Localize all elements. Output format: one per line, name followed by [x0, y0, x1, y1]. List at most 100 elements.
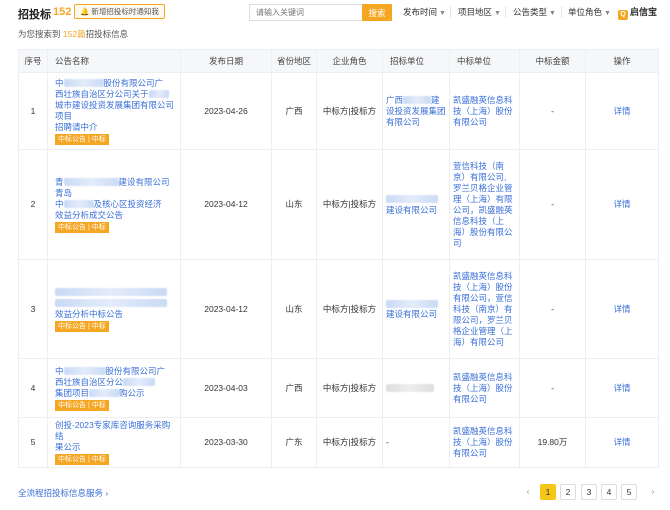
award-amount: -: [520, 150, 586, 260]
winner-line: 公司，凯盛融英: [453, 205, 516, 216]
redacted-text: [403, 96, 431, 104]
winner[interactable]: 凯盛融英信息科 技（上海）股份 有限公司，萱信 科技（南京）有 限公司，罗兰贝 …: [450, 260, 520, 359]
column-header: 省份地区: [272, 50, 317, 73]
name-line: 创投-2023专家库咨询服务采购结: [55, 420, 177, 442]
tenderer[interactable]: 建设有限公司: [383, 150, 450, 260]
results-table: 序号 公告名称 发布日期 省份地区 企业角色 招标单位 中标单位 中标金额 操作…: [18, 49, 659, 468]
search-summary: 为您搜索到 152篇招投标信息: [18, 28, 128, 40]
tenderer-line: 广西: [386, 95, 403, 105]
page-button-2[interactable]: 2: [560, 484, 576, 500]
winner-line: 技（上海）股份: [453, 383, 516, 394]
redacted-text: [123, 378, 155, 386]
winner-line: 科技（南京）有: [453, 304, 516, 315]
notice-name[interactable]: 效益分析中标公告 中标公告 | 中标: [48, 260, 181, 359]
page-header: 招投标 152 🔔新增招投标时通知我 搜索 发布时间▼ 项目地区▼ 公告类型▼ …: [0, 0, 670, 26]
summary-prefix: 为您搜索到: [18, 29, 61, 39]
table-row: 5 创投-2023专家库咨询服务采购结 果公示 中标公告 | 中标 2023-0…: [19, 418, 659, 468]
company-role: 中标方|投标方: [317, 359, 383, 418]
company-role: 中标方|投标方: [317, 73, 383, 150]
page-button-1[interactable]: 1: [540, 484, 556, 500]
column-header: 中标金额: [520, 50, 586, 73]
publish-date: 2023-03-30: [181, 418, 272, 468]
redacted-text: [386, 300, 438, 308]
redacted-text: [64, 367, 106, 375]
name-line: 效益分析中标公告: [55, 309, 123, 319]
notify-button[interactable]: 🔔新增招投标时通知我: [74, 4, 165, 19]
filter-label: 单位角色: [568, 7, 602, 17]
notify-label: 新增招投标时通知我: [91, 7, 159, 16]
company-role: 中标方|投标方: [317, 150, 383, 260]
name-line: 招聘请中介: [55, 122, 98, 132]
notice-tag: 中标公告 | 中标: [55, 222, 109, 233]
winner-line: 有限公司: [453, 117, 516, 128]
winner-line: 凯盛融英信息科: [453, 372, 516, 383]
column-header: 招标单位: [383, 50, 450, 73]
award-amount: -: [520, 359, 586, 418]
redacted-text: [149, 90, 169, 98]
filter-label: 发布时间: [403, 7, 437, 17]
summary-count: 152篇: [63, 29, 86, 39]
tenderer-line: 建设有限公司: [386, 205, 446, 216]
notice-name[interactable]: 中股份有限公司广 西壮族自治区分公 集团项目购公示 中标公告 | 中标: [48, 359, 181, 418]
notice-name[interactable]: 创投-2023专家库咨询服务采购结 果公示 中标公告 | 中标: [48, 418, 181, 468]
name-line: 中: [55, 366, 64, 376]
redacted-text: [64, 79, 104, 87]
column-header: 操作: [586, 50, 659, 73]
filter-region[interactable]: 项目地区▼: [458, 6, 501, 18]
notice-tag: 中标公告 | 中标: [55, 400, 109, 411]
chevron-right-icon: ›: [105, 488, 108, 498]
detail-link[interactable]: 详情: [586, 260, 659, 359]
name-line: 及核心区投资经济: [94, 199, 162, 209]
chevron-down-icon: ▼: [604, 10, 611, 17]
detail-link[interactable]: 详情: [586, 150, 659, 260]
search-input[interactable]: [249, 4, 362, 21]
publish-date: 2023-04-03: [181, 359, 272, 418]
winner-line: 凯盛融英信息科: [453, 271, 516, 282]
column-header: 发布日期: [181, 50, 272, 73]
winner[interactable]: 凯盛融英信息科 技（上海）股份 有限公司: [450, 418, 520, 468]
notice-name[interactable]: 青建设有限公司青岛 中及核心区投资经济 效益分析成交公告 中标公告 | 中标: [48, 150, 181, 260]
detail-link[interactable]: 详情: [586, 359, 659, 418]
table-row: 4 中股份有限公司广 西壮族自治区分公 集团项目购公示 中标公告 | 中标 20…: [19, 359, 659, 418]
detail-link[interactable]: 详情: [586, 418, 659, 468]
filter-notice-type[interactable]: 公告类型▼: [513, 6, 556, 18]
publish-date: 2023-04-12: [181, 150, 272, 260]
winner-line: 有限公司: [453, 448, 516, 459]
prev-page-icon[interactable]: ‹: [520, 484, 536, 500]
winner-line: 有限公司: [453, 394, 516, 405]
award-amount: 19.80万: [520, 418, 586, 468]
redacted-text: [55, 299, 167, 307]
redacted-text: [386, 195, 438, 203]
notice-tag: 中标公告 | 中标: [55, 134, 109, 145]
tenderer[interactable]: 广西建 设投资发展集团 有限公司: [383, 73, 450, 150]
winner[interactable]: 凯盛融英信息科 技（上海）股份 有限公司: [450, 359, 520, 418]
tenderer[interactable]: 建设有限公司: [383, 260, 450, 359]
brand-logo[interactable]: Q启信宝: [618, 5, 657, 20]
tenderer[interactable]: [383, 359, 450, 418]
filter-label: 公告类型: [513, 7, 547, 17]
filter-publish-time[interactable]: 发布时间▼: [403, 6, 446, 18]
notice-name[interactable]: 中股份有限公司广 西壮族自治区分公司关于 城市建设投资发展集团有限公司项目 招聘…: [48, 73, 181, 150]
page-button-3[interactable]: 3: [581, 484, 597, 500]
filter-unit-role[interactable]: 单位角色▼: [568, 6, 611, 18]
winner-line: 罗兰贝格企业管: [453, 183, 516, 194]
next-page-icon[interactable]: ›: [645, 484, 661, 500]
detail-link[interactable]: 详情: [586, 73, 659, 150]
page-button-4[interactable]: 4: [601, 484, 617, 500]
name-line: 西壮族自治区分公: [55, 377, 123, 387]
search-button[interactable]: 搜索: [362, 4, 392, 21]
page-button-5[interactable]: 5: [621, 484, 637, 500]
winner-line: 理（上海）有限: [453, 194, 516, 205]
chevron-down-icon: ▼: [494, 10, 501, 17]
name-line: 青: [55, 177, 64, 187]
winner-line: 信息科技（上: [453, 216, 516, 227]
notice-tag: 中标公告 | 中标: [55, 454, 109, 465]
region: 山东: [272, 260, 317, 359]
winner[interactable]: 萱信科技（南 京）有限公司, 罗兰贝格企业管 理（上海）有限 公司，凯盛融英 信…: [450, 150, 520, 260]
divider: [561, 6, 562, 18]
name-line: 城市建设投资发展集团有限公司项目: [55, 100, 174, 121]
award-amount: -: [520, 73, 586, 150]
winner[interactable]: 凯盛融英信息科 技（上海）股份 有限公司: [450, 73, 520, 150]
winner-line: 萱信科技（南: [453, 161, 516, 172]
full-service-link[interactable]: 全流程招投标信息服务 ›: [18, 487, 108, 499]
